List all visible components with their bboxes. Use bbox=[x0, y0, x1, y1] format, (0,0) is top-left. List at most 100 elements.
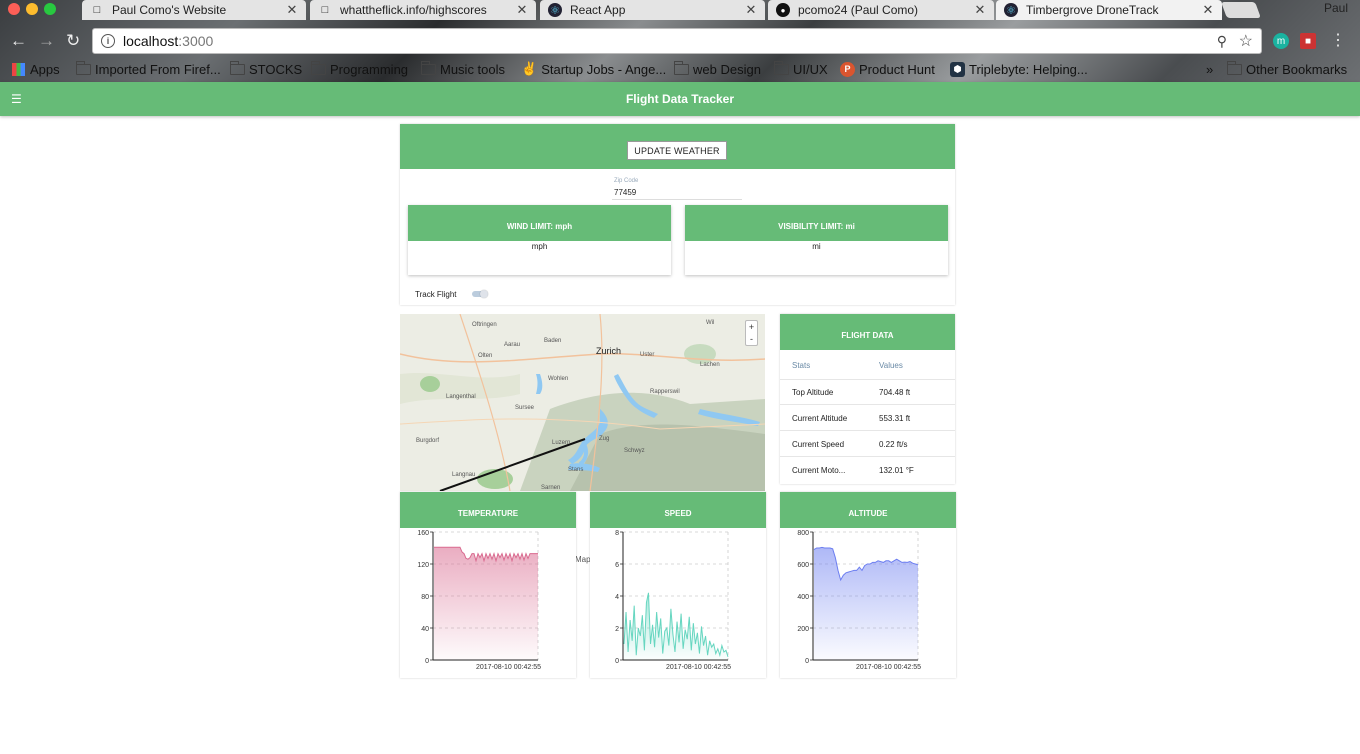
stat-label: Current Speed bbox=[792, 440, 845, 449]
react-icon: ⚛ bbox=[1004, 3, 1018, 17]
close-icon[interactable]: ✕ bbox=[743, 2, 759, 18]
close-icon[interactable]: ✕ bbox=[284, 2, 300, 18]
close-window-button[interactable] bbox=[8, 3, 20, 15]
map-zoom-out-button[interactable]: - bbox=[746, 333, 757, 345]
folder-icon bbox=[1227, 60, 1242, 75]
folder-icon bbox=[311, 60, 326, 75]
y-tick-label: 160 bbox=[417, 530, 429, 537]
toggle-knob[interactable] bbox=[480, 290, 488, 298]
tab-title: pcomo24 (Paul Como) bbox=[798, 3, 919, 17]
menu-icon[interactable]: ⋮ bbox=[1330, 30, 1346, 50]
map-zoom-control: + - bbox=[745, 320, 758, 346]
track-flight-toggle[interactable] bbox=[472, 290, 488, 298]
stat-label: Top Altitude bbox=[792, 388, 834, 397]
wind-limit-card: WIND LIMIT: mph mph bbox=[408, 205, 671, 275]
star-icon[interactable]: ☆ bbox=[1239, 31, 1253, 51]
tab-title: whattheflick.info/highscores bbox=[340, 3, 487, 17]
map-label-uster: Uster bbox=[640, 352, 655, 358]
speed-chart-card: SPEED 0 2 4 6 8 2017-08-10 00:42:55 bbox=[590, 492, 766, 678]
bookmark-imported[interactable]: Imported From Firef... bbox=[76, 60, 221, 78]
bookmark-label: Programming bbox=[330, 61, 409, 77]
map-label-wil: Wil bbox=[706, 320, 715, 326]
map-label-zug: Zug bbox=[599, 436, 610, 442]
map-label-zurich: Zurich bbox=[596, 346, 622, 356]
map-label-stans: Stans bbox=[568, 467, 584, 473]
stat-label: Current Altitude bbox=[792, 414, 848, 423]
tab-paul-como-website[interactable]: □ Paul Como's Website ✕ bbox=[82, 0, 306, 20]
column-header-values: Values bbox=[879, 361, 903, 370]
temperature-chart: 0 40 80 120 160 2017-08-10 00:42:55 bbox=[417, 530, 541, 671]
extension-m-icon[interactable]: m bbox=[1273, 33, 1289, 49]
info-icon[interactable]: i bbox=[101, 34, 115, 48]
bookmark-label: web Design bbox=[693, 61, 761, 77]
map-label-lachen: Lachen bbox=[700, 362, 720, 368]
y-tick-label: 400 bbox=[797, 594, 809, 601]
new-tab-button[interactable] bbox=[1221, 2, 1261, 18]
reload-icon[interactable]: ↻ bbox=[66, 31, 80, 51]
bookmark-other[interactable]: Other Bookmarks bbox=[1227, 60, 1347, 78]
folder-icon bbox=[674, 60, 689, 75]
visibility-limit-title: VISIBILITY LIMIT: mi bbox=[685, 205, 948, 241]
apps-icon bbox=[12, 62, 25, 76]
visibility-limit-input[interactable]: mi bbox=[685, 242, 948, 251]
minimize-window-button[interactable] bbox=[26, 3, 38, 15]
temperature-chart-title: TEMPERATURE bbox=[400, 492, 576, 528]
series-area bbox=[624, 592, 728, 660]
stat-value: 0.22 ft/s bbox=[879, 440, 908, 449]
maximize-window-button[interactable] bbox=[44, 3, 56, 15]
tab-timbergrove[interactable]: ⚛ Timbergrove DroneTrack ✕ bbox=[996, 0, 1222, 20]
bookmark-apps[interactable]: Apps bbox=[12, 60, 60, 78]
bookmark-product-hunt[interactable]: P Product Hunt bbox=[840, 60, 935, 78]
extension-red-icon[interactable]: ■ bbox=[1300, 33, 1316, 49]
zoom-icon[interactable]: ⚲ bbox=[1217, 33, 1227, 50]
map-label-langenthal: Langenthal bbox=[446, 394, 476, 400]
tab-github-pcomo24[interactable]: ● pcomo24 (Paul Como) ✕ bbox=[768, 0, 994, 20]
url-host: localhost bbox=[123, 33, 179, 49]
map-zoom-in-button[interactable]: + bbox=[746, 321, 757, 333]
zip-code-input[interactable]: 77459 bbox=[614, 188, 636, 197]
zip-underline bbox=[612, 199, 742, 200]
tab-react-app[interactable]: ⚛ React App ✕ bbox=[540, 0, 765, 20]
y-tick-label: 200 bbox=[797, 626, 809, 633]
y-tick-label: 4 bbox=[615, 594, 619, 601]
stat-value: 553.31 ft bbox=[879, 414, 911, 423]
bookmark-triplebyte[interactable]: ⬢ Triplebyte: Helping... bbox=[950, 60, 1088, 78]
bookmark-ui-ux[interactable]: UI/UX bbox=[774, 60, 828, 78]
map[interactable]: Zurich Olten Aarau Baden Wohlen Sursee L… bbox=[400, 314, 765, 491]
address-bar[interactable]: i localhost :3000 ⚲ ☆ bbox=[92, 28, 1262, 54]
app-title: Flight Data Tracker bbox=[625, 92, 735, 106]
map-label-sursee: Sursee bbox=[515, 405, 535, 411]
forward-icon[interactable]: → bbox=[38, 31, 55, 51]
stat-value: 132.01 °F bbox=[879, 466, 914, 475]
tab-title: Timbergrove DroneTrack bbox=[1026, 3, 1159, 17]
tab-whattheflick[interactable]: □ whattheflick.info/highscores ✕ bbox=[310, 0, 536, 20]
map-label-rapperswil: Rapperswil bbox=[650, 389, 680, 395]
bookmark-label: » bbox=[1206, 61, 1214, 77]
bookmark-stocks[interactable]: STOCKS bbox=[230, 60, 302, 78]
y-tick-label: 0 bbox=[805, 658, 809, 665]
update-weather-button[interactable]: UPDATE WEATHER bbox=[627, 141, 727, 160]
back-icon[interactable]: ← bbox=[10, 31, 27, 51]
speed-chart-title: SPEED bbox=[590, 492, 766, 528]
y-tick-label: 0 bbox=[615, 658, 619, 665]
wind-limit-input[interactable]: mph bbox=[408, 242, 671, 251]
map-terrain bbox=[400, 314, 765, 491]
bookmark-startup-jobs[interactable]: ✌ Startup Jobs - Ange... bbox=[521, 60, 666, 78]
page-icon: □ bbox=[321, 4, 329, 16]
bookmark-programming[interactable]: Programming bbox=[311, 60, 408, 78]
y-tick-label: 2 bbox=[615, 626, 619, 633]
profile-name[interactable]: Paul bbox=[1324, 1, 1348, 15]
close-icon[interactable]: ✕ bbox=[972, 2, 988, 18]
bookmark-music-tools[interactable]: Music tools bbox=[421, 60, 505, 78]
angellist-icon: ✌ bbox=[521, 61, 538, 76]
close-icon[interactable]: ✕ bbox=[514, 2, 530, 18]
bookmark-overflow[interactable]: » bbox=[1206, 60, 1213, 78]
temperature-chart-card: TEMPERATURE 0 40 80 120 160 2017-08-10 00:42:… bbox=[400, 492, 576, 678]
flight-data-title: FLIGHT DATA bbox=[780, 314, 955, 350]
close-icon[interactable]: ✕ bbox=[1200, 2, 1216, 18]
map-attribution[interactable]: Map bbox=[575, 555, 591, 564]
bookmark-label: Product Hunt bbox=[859, 61, 935, 77]
bookmark-label: Music tools bbox=[440, 61, 506, 77]
folder-icon bbox=[76, 60, 91, 75]
bookmark-web-design[interactable]: web Design bbox=[674, 60, 761, 78]
